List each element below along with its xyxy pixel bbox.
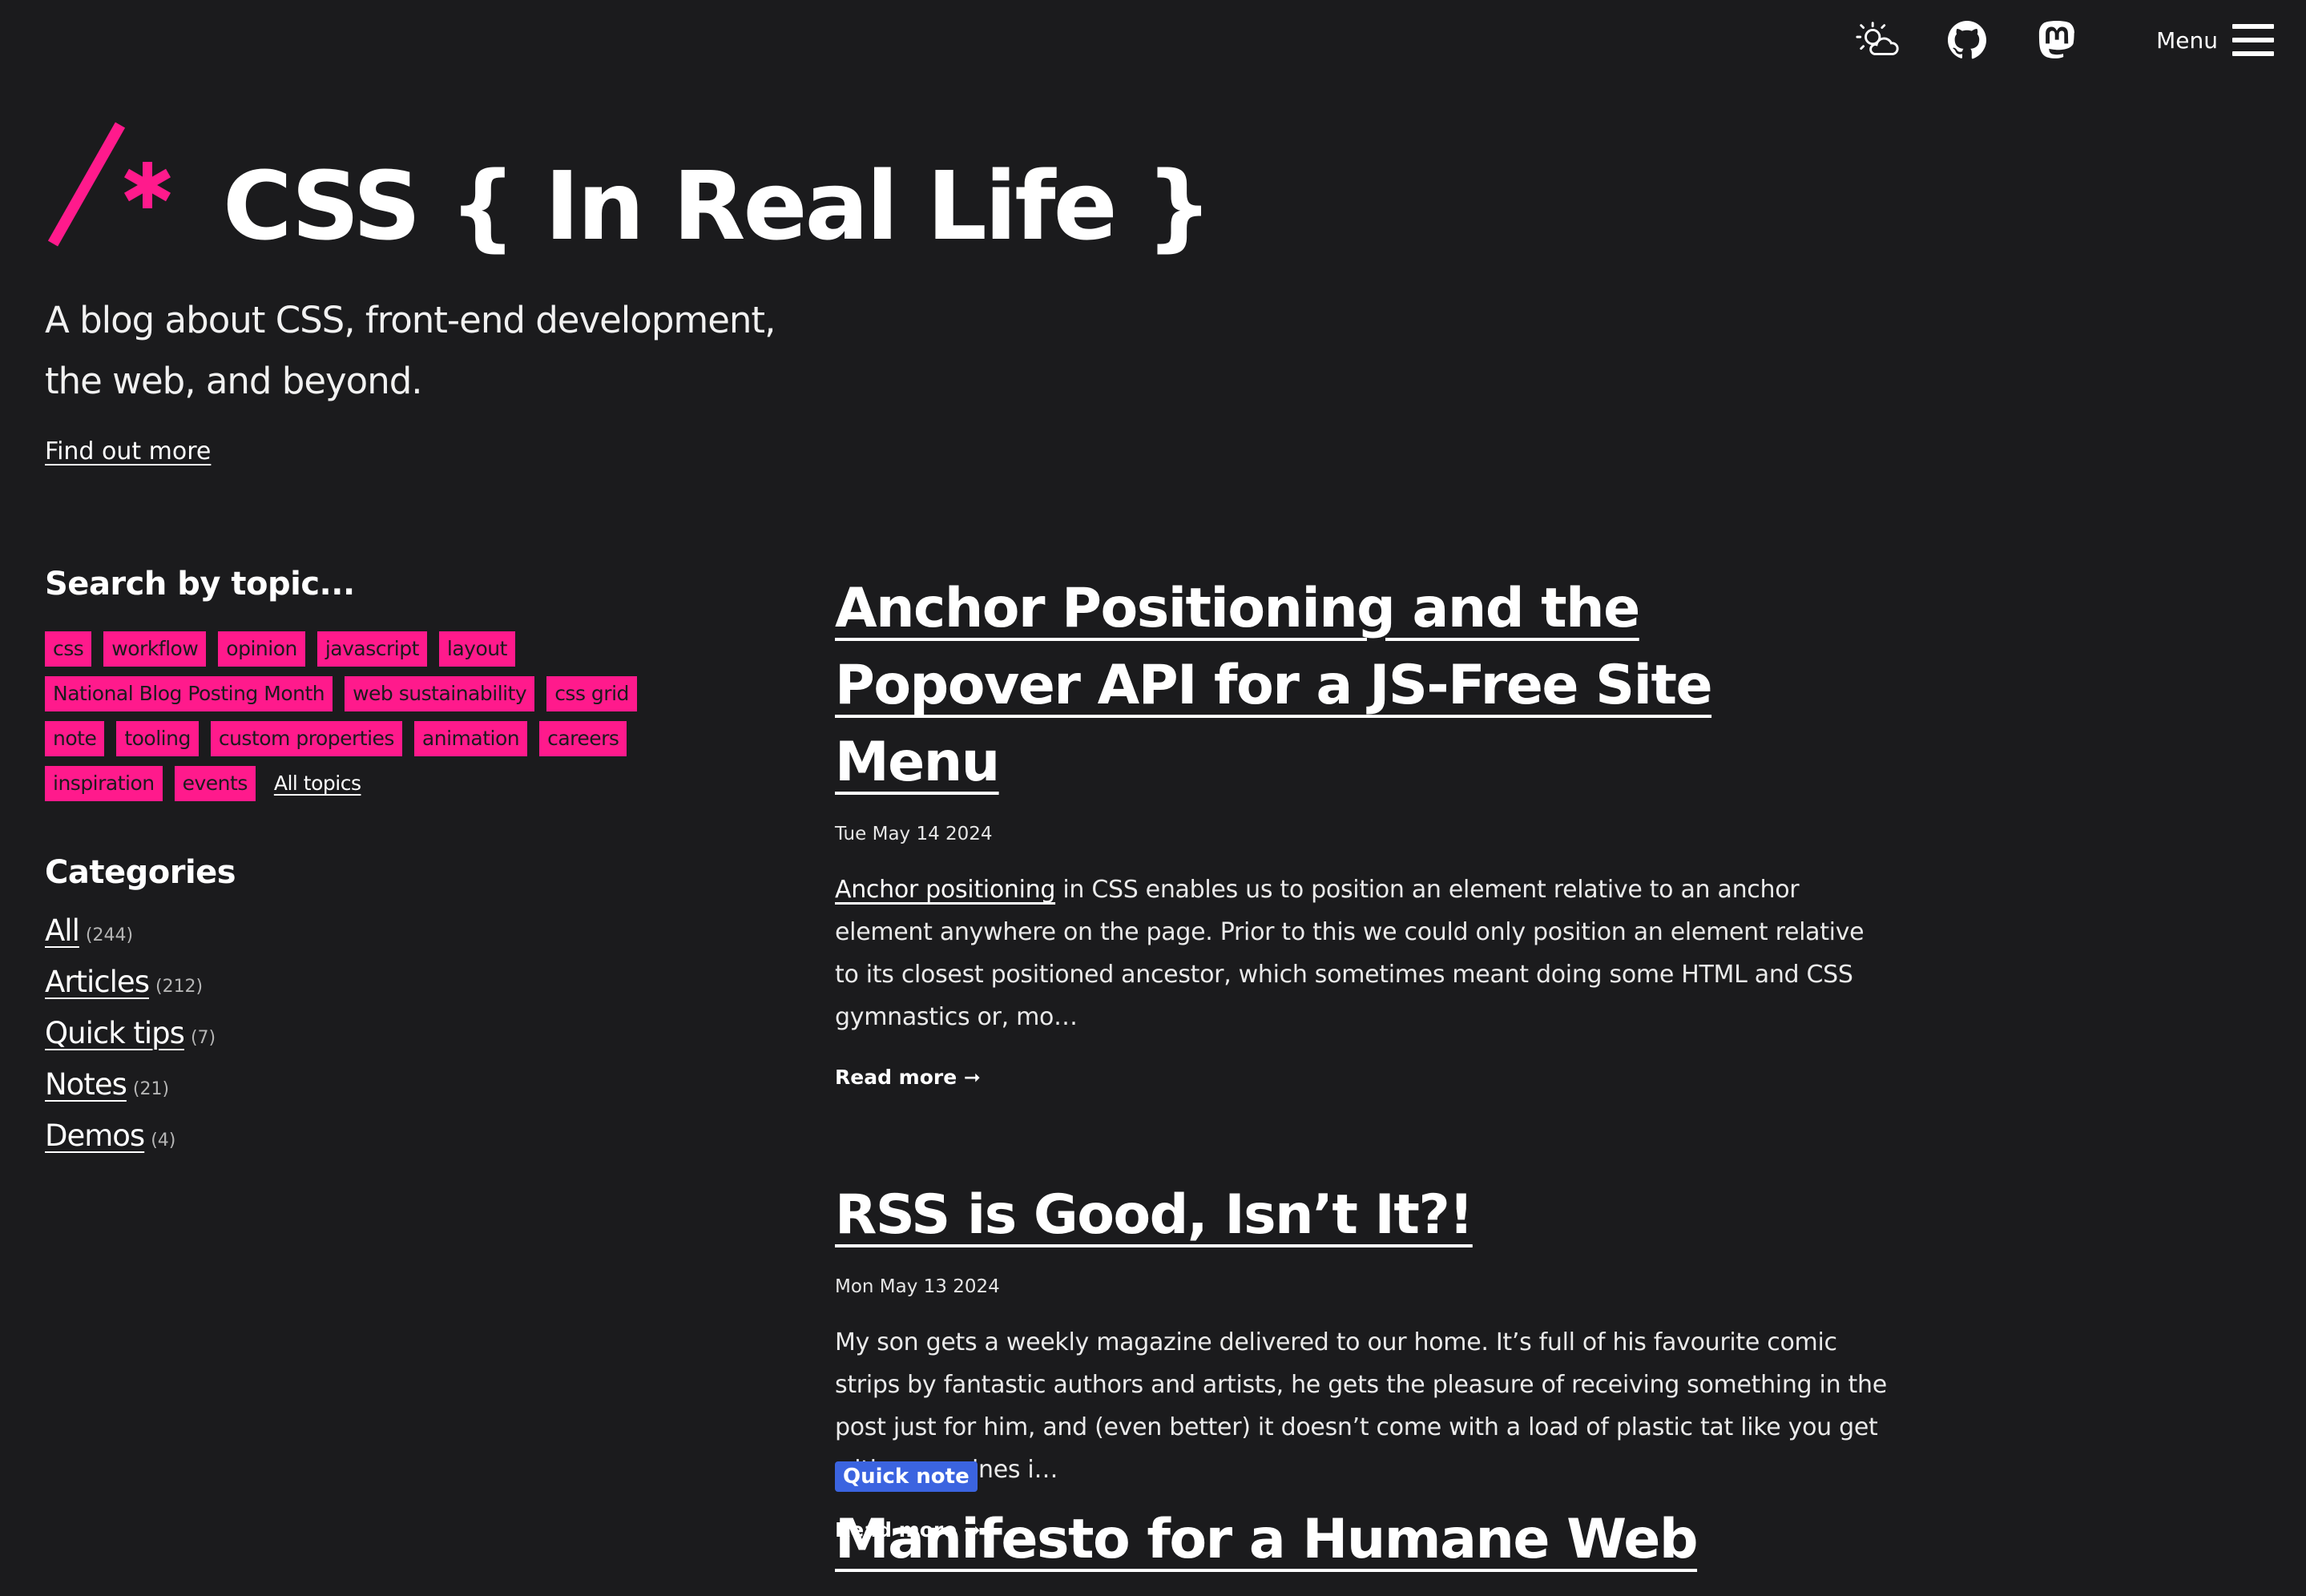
tag-workflow[interactable]: workflow — [103, 631, 207, 667]
category-item: Articles (212) — [45, 965, 734, 1016]
site-tagline: A blog about CSS, front-end development,… — [45, 299, 776, 402]
category-count: (212) — [155, 977, 204, 997]
category-count: (7) — [190, 1028, 216, 1048]
category-notes-link[interactable]: Notes — [45, 1067, 127, 1102]
category-demos-link[interactable]: Demos — [45, 1118, 145, 1153]
category-count: (21) — [132, 1079, 170, 1099]
tag-javascript[interactable]: javascript — [316, 631, 427, 667]
post-item: Quick note Manifesto for a Humane Web — [835, 1461, 1699, 1578]
tag-tooling[interactable]: tooling — [116, 721, 199, 756]
hamburger-icon — [2232, 24, 2274, 56]
menu-button[interactable]: Menu — [2156, 24, 2274, 56]
categories-heading: Categories — [45, 854, 236, 891]
category-item: Notes (21) — [45, 1067, 734, 1118]
site-brand[interactable]: CSS { In Real Life } — [45, 120, 1213, 253]
post-title-link[interactable]: RSS is Good, Isn’t It?! — [835, 1183, 1474, 1247]
tag-events[interactable]: events — [174, 766, 256, 801]
tag-inspiration[interactable]: inspiration — [45, 766, 163, 801]
quick-note-badge: Quick note — [835, 1461, 978, 1492]
sidebar: Search by topic... css workflow opinion … — [45, 566, 734, 1170]
category-item: Quick tips (7) — [45, 1016, 734, 1067]
post-title-link[interactable]: Manifesto for a Humane Web — [835, 1501, 1699, 1578]
all-topics-link[interactable]: All topics — [268, 766, 368, 801]
category-all-link[interactable]: All — [45, 913, 80, 948]
tag-opinion[interactable]: opinion — [218, 631, 305, 667]
post-item: Anchor Positioning and the Popover API f… — [835, 570, 1893, 1089]
topics-heading: Search by topic... — [45, 566, 355, 603]
tag-custom-properties[interactable]: custom properties — [210, 721, 402, 756]
topic-tags: css workflow opinion javascript layout N… — [45, 631, 654, 811]
find-out-more-link[interactable]: Find out more — [45, 437, 211, 466]
tag-layout[interactable]: layout — [438, 631, 515, 667]
category-item: Demos (4) — [45, 1118, 734, 1170]
post-date: Mon May 13 2024 — [835, 1276, 1000, 1297]
category-count: (244) — [85, 925, 134, 945]
post-list: Anchor Positioning and the Popover API f… — [835, 570, 1893, 1596]
anchor-positioning-link[interactable]: Anchor positioning — [835, 876, 1055, 904]
category-count: (4) — [151, 1130, 176, 1151]
page: Menu CSS { In Real Life } A blog about C… — [0, 0, 2306, 1596]
read-more-link[interactable]: Read more ➞ — [835, 1066, 981, 1089]
tag-animation[interactable]: animation — [413, 721, 528, 756]
tag-national-blog-posting-month[interactable]: National Blog Posting Month — [45, 676, 333, 711]
mastodon-icon[interactable] — [2031, 18, 2082, 62]
category-item: All (244) — [45, 913, 734, 965]
github-icon[interactable] — [1941, 18, 1993, 62]
category-quick-tips-link[interactable]: Quick tips — [45, 1016, 185, 1050]
comment-slash-logo-icon — [45, 120, 179, 248]
categories-list: All (244) Articles (212) Quick tips (7) … — [45, 913, 734, 1170]
category-articles-link[interactable]: Articles — [45, 965, 150, 999]
tag-web-sustainability[interactable]: web sustainability — [345, 676, 535, 711]
site-title: CSS { In Real Life } — [223, 151, 1213, 261]
top-bar: Menu — [1852, 18, 2274, 62]
tag-css[interactable]: css — [45, 631, 92, 667]
tag-css-grid[interactable]: css grid — [546, 676, 637, 711]
tag-careers[interactable]: careers — [539, 721, 627, 756]
theme-weather-icon[interactable] — [1852, 18, 1903, 62]
post-date: Tue May 14 2024 — [835, 824, 993, 844]
menu-label: Menu — [2156, 26, 2218, 54]
post-title-link[interactable]: Anchor Positioning and the Popover API f… — [835, 577, 1713, 794]
tag-note[interactable]: note — [45, 721, 105, 756]
post-excerpt: Anchor positioning in CSS enables us to … — [835, 869, 1893, 1038]
